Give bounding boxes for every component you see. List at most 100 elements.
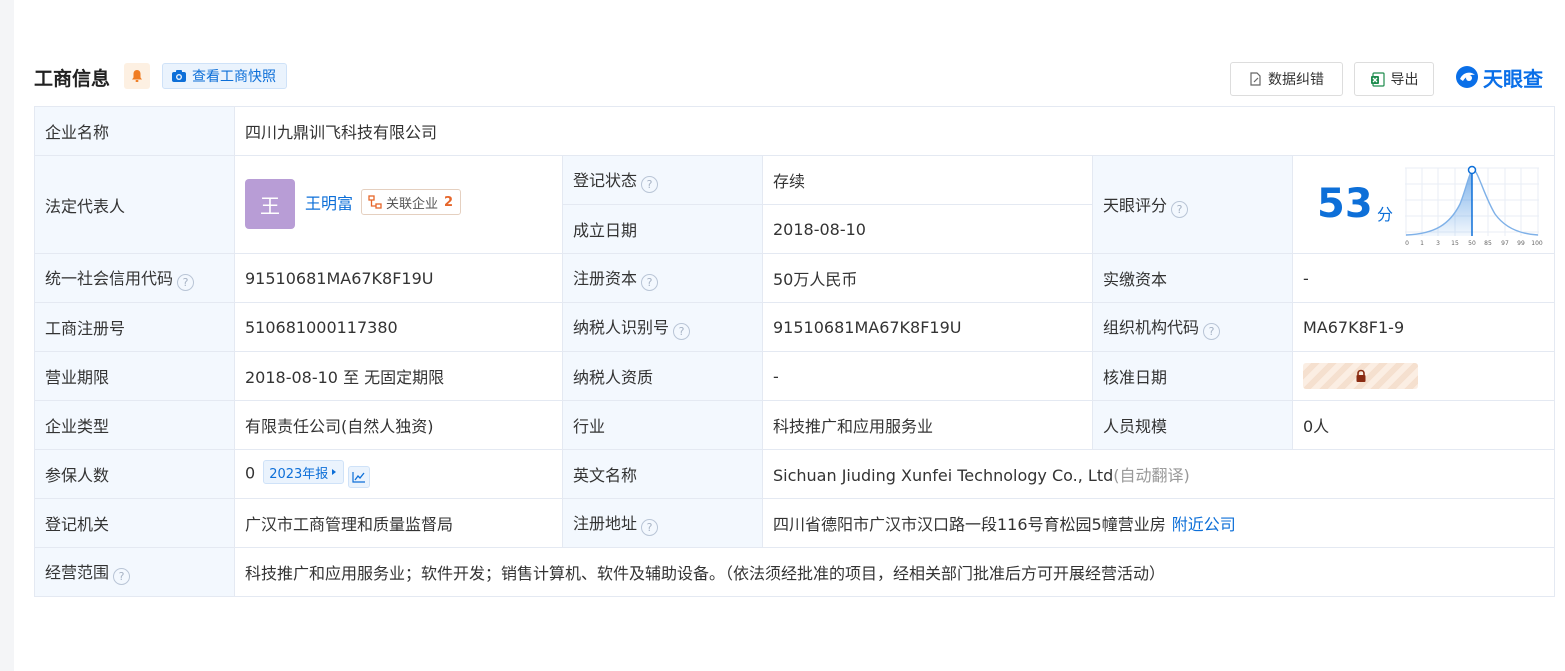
trend-chart-icon (352, 471, 366, 483)
reg-number-value: 510681000117380 (234, 302, 563, 352)
company-name-value: 四川九鼎训飞科技有限公司 (233, 106, 1556, 156)
help-circle-icon[interactable]: ? (1203, 323, 1221, 340)
reg-authority-label: 登记机关 (34, 498, 235, 548)
bell-icon (132, 70, 142, 82)
brand-name: 天眼查 (1483, 66, 1543, 91)
credit-code-value: 91510681MA67K8F19U (234, 253, 563, 303)
lock-icon (1356, 369, 1365, 382)
reg-number-label: 工商注册号 (34, 302, 235, 352)
related-companies-count: 2 (444, 194, 454, 210)
org-code-value: MA67K8F1-9 (1291, 302, 1556, 352)
table-row: 经营范围? 科技推广和应用服务业；软件开发；销售计算机、软件及辅助设备。（依法须… (34, 547, 1556, 597)
table-row: 营业期限 2018-08-10 至 无固定期限 纳税人资质 - 核准日期 (34, 351, 1556, 401)
help-circle-icon[interactable]: ? (1171, 200, 1189, 218)
help-circle-icon[interactable]: ? (641, 176, 659, 193)
score-tick: 97 (1501, 240, 1509, 247)
document-edit-icon (1250, 72, 1261, 86)
reg-address-label: 注册地址? (562, 498, 763, 548)
table-row: 法定代表人 王 王明富 关联企业 2 登记状态? 存续 天眼评分? 53 分 0… (34, 155, 1556, 254)
related-companies-label: 关联企业 (386, 196, 439, 212)
export-button[interactable]: 导出 (1354, 62, 1434, 96)
approval-date-label: 核准日期 (1092, 351, 1293, 401)
business-scope-value: 科技推广和应用服务业；软件开发；销售计算机、软件及辅助设备。（依法须经批准的项目… (233, 547, 1556, 597)
tianyan-score-cell[interactable]: 53 分 0 1 3 15 50 85 97 99 100 (1291, 155, 1556, 254)
score-tick: 85 (1484, 240, 1492, 247)
est-date-value: 2018-08-10 (762, 204, 1093, 254)
view-snapshot-button[interactable]: 查看工商快照 (162, 63, 287, 89)
score-tick: 99 (1517, 240, 1525, 247)
reg-authority-value: 广汉市工商管理和质量监督局 (234, 498, 563, 548)
help-circle-icon[interactable]: ? (641, 274, 659, 291)
insured-count-value: 0 (245, 463, 256, 483)
annual-report-dropdown[interactable]: 2023年报 (263, 460, 345, 485)
tianyan-score-label: 天眼评分? (1092, 155, 1293, 254)
table-row: 企业名称 四川九鼎训飞科技有限公司 (34, 106, 1556, 156)
legal-rep-name-link[interactable]: 王明富 (305, 190, 353, 214)
paid-capital-value: - (1291, 253, 1556, 303)
score-tick: 15 (1451, 240, 1459, 247)
business-info-table: 企业名称 四川九鼎训飞科技有限公司 法定代表人 王 王明富 关联企业 2 登记状… (34, 106, 1556, 597)
english-name-value: Sichuan Jiuding Xunfei Technology Co., L… (773, 466, 1114, 485)
business-scope-label: 经营范围? (34, 547, 235, 597)
taxpayer-qual-value: - (762, 351, 1093, 401)
company-type-value: 有限责任公司(自然人独资) (234, 400, 563, 450)
tianyan-score-number: 53 (1317, 181, 1373, 227)
related-companies-button[interactable]: 关联企业 2 (361, 189, 462, 215)
table-row: 参保人数 0 2023年报 英文名称 Sichuan Jiuding Xunfei… (34, 449, 1556, 499)
score-tick: 3 (1436, 240, 1440, 247)
company-name-label: 企业名称 (34, 106, 235, 156)
avatar[interactable]: 王 (245, 179, 295, 229)
business-term-value: 2018-08-10 至 无固定期限 (234, 351, 563, 401)
table-row: 登记机关 广汉市工商管理和质量监督局 注册地址? 四川省德阳市广汉市汉口路一段1… (34, 498, 1556, 548)
score-distribution-chart: 0 1 3 15 50 85 97 99 100 (1405, 165, 1543, 247)
table-row: 企业类型 有限责任公司(自然人独资) 行业 科技推广和应用服务业 人员规模 0人 (34, 400, 1556, 450)
auto-translate-note: (自动翻译) (1113, 466, 1190, 485)
camera-icon (172, 70, 186, 82)
legal-rep-label: 法定代表人 (34, 155, 235, 254)
help-circle-icon[interactable]: ? (113, 568, 131, 585)
help-circle-icon[interactable]: ? (177, 274, 195, 291)
insured-count-cell: 0 2023年报 (234, 449, 563, 499)
caret-right-icon (332, 469, 337, 476)
reg-address-cell: 四川省德阳市广汉市汉口路一段116号育松园5幢营业房 附近公司 (761, 498, 1556, 548)
excel-icon (1370, 71, 1385, 87)
company-type-label: 企业类型 (34, 400, 235, 450)
section-title: 工商信息 (34, 68, 111, 90)
staff-size-label: 人员规模 (1092, 400, 1293, 450)
reg-status-label: 登记状态? (562, 155, 763, 205)
link-tree-icon (368, 195, 382, 209)
nearby-companies-link[interactable]: 附近公司 (1172, 515, 1236, 534)
reg-capital-label: 注册资本? (562, 253, 763, 303)
table-row: 统一社会信用代码? 91510681MA67K8F19U 注册资本? 50万人民… (34, 253, 1556, 303)
est-date-label: 成立日期 (562, 204, 763, 254)
tianyancha-logo-icon (1456, 66, 1478, 88)
approval-date-value (1291, 351, 1556, 401)
reg-capital-value: 50万人民币 (762, 253, 1093, 303)
table-row: 工商注册号 510681000117380 纳税人识别号? 91510681MA… (34, 302, 1556, 352)
help-circle-icon[interactable]: ? (641, 519, 659, 536)
data-correction-label: 数据纠错 (1268, 72, 1324, 88)
score-tick: 50 (1468, 240, 1476, 247)
english-name-label: 英文名称 (562, 449, 763, 499)
english-name-cell: Sichuan Jiuding Xunfei Technology Co., L… (761, 449, 1556, 499)
industry-value: 科技推广和应用服务业 (762, 400, 1093, 450)
tianyan-score-unit: 分 (1377, 205, 1394, 224)
view-snapshot-label: 查看工商快照 (192, 69, 276, 85)
data-correction-button[interactable]: 数据纠错 (1230, 62, 1343, 96)
industry-label: 行业 (562, 400, 763, 450)
monitor-bell-button[interactable] (124, 63, 150, 89)
locked-content-button[interactable] (1303, 363, 1418, 389)
insured-count-label: 参保人数 (34, 449, 235, 499)
legal-rep-cell: 王 王明富 关联企业 2 (234, 155, 563, 254)
tianyancha-logo: 天眼查 (1454, 62, 1543, 92)
help-circle-icon[interactable]: ? (673, 323, 691, 340)
page: 工商信息 查看工商快照 数据纠错 导出 天眼查 企业名称 四川九鼎训飞科技有限公… (14, 0, 1565, 671)
section-header: 工商信息 查看工商快照 数据纠错 导出 天眼查 (34, 60, 1554, 96)
tax-id-label: 纳税人识别号? (562, 302, 763, 352)
business-term-label: 营业期限 (34, 351, 235, 401)
score-tick: 100 (1531, 240, 1543, 247)
reg-address-value: 四川省德阳市广汉市汉口路一段116号育松园5幢营业房 (773, 515, 1166, 534)
staff-size-value: 0人 (1291, 400, 1556, 450)
reg-status-value: 存续 (762, 155, 1093, 205)
insured-trend-button[interactable] (348, 465, 371, 488)
